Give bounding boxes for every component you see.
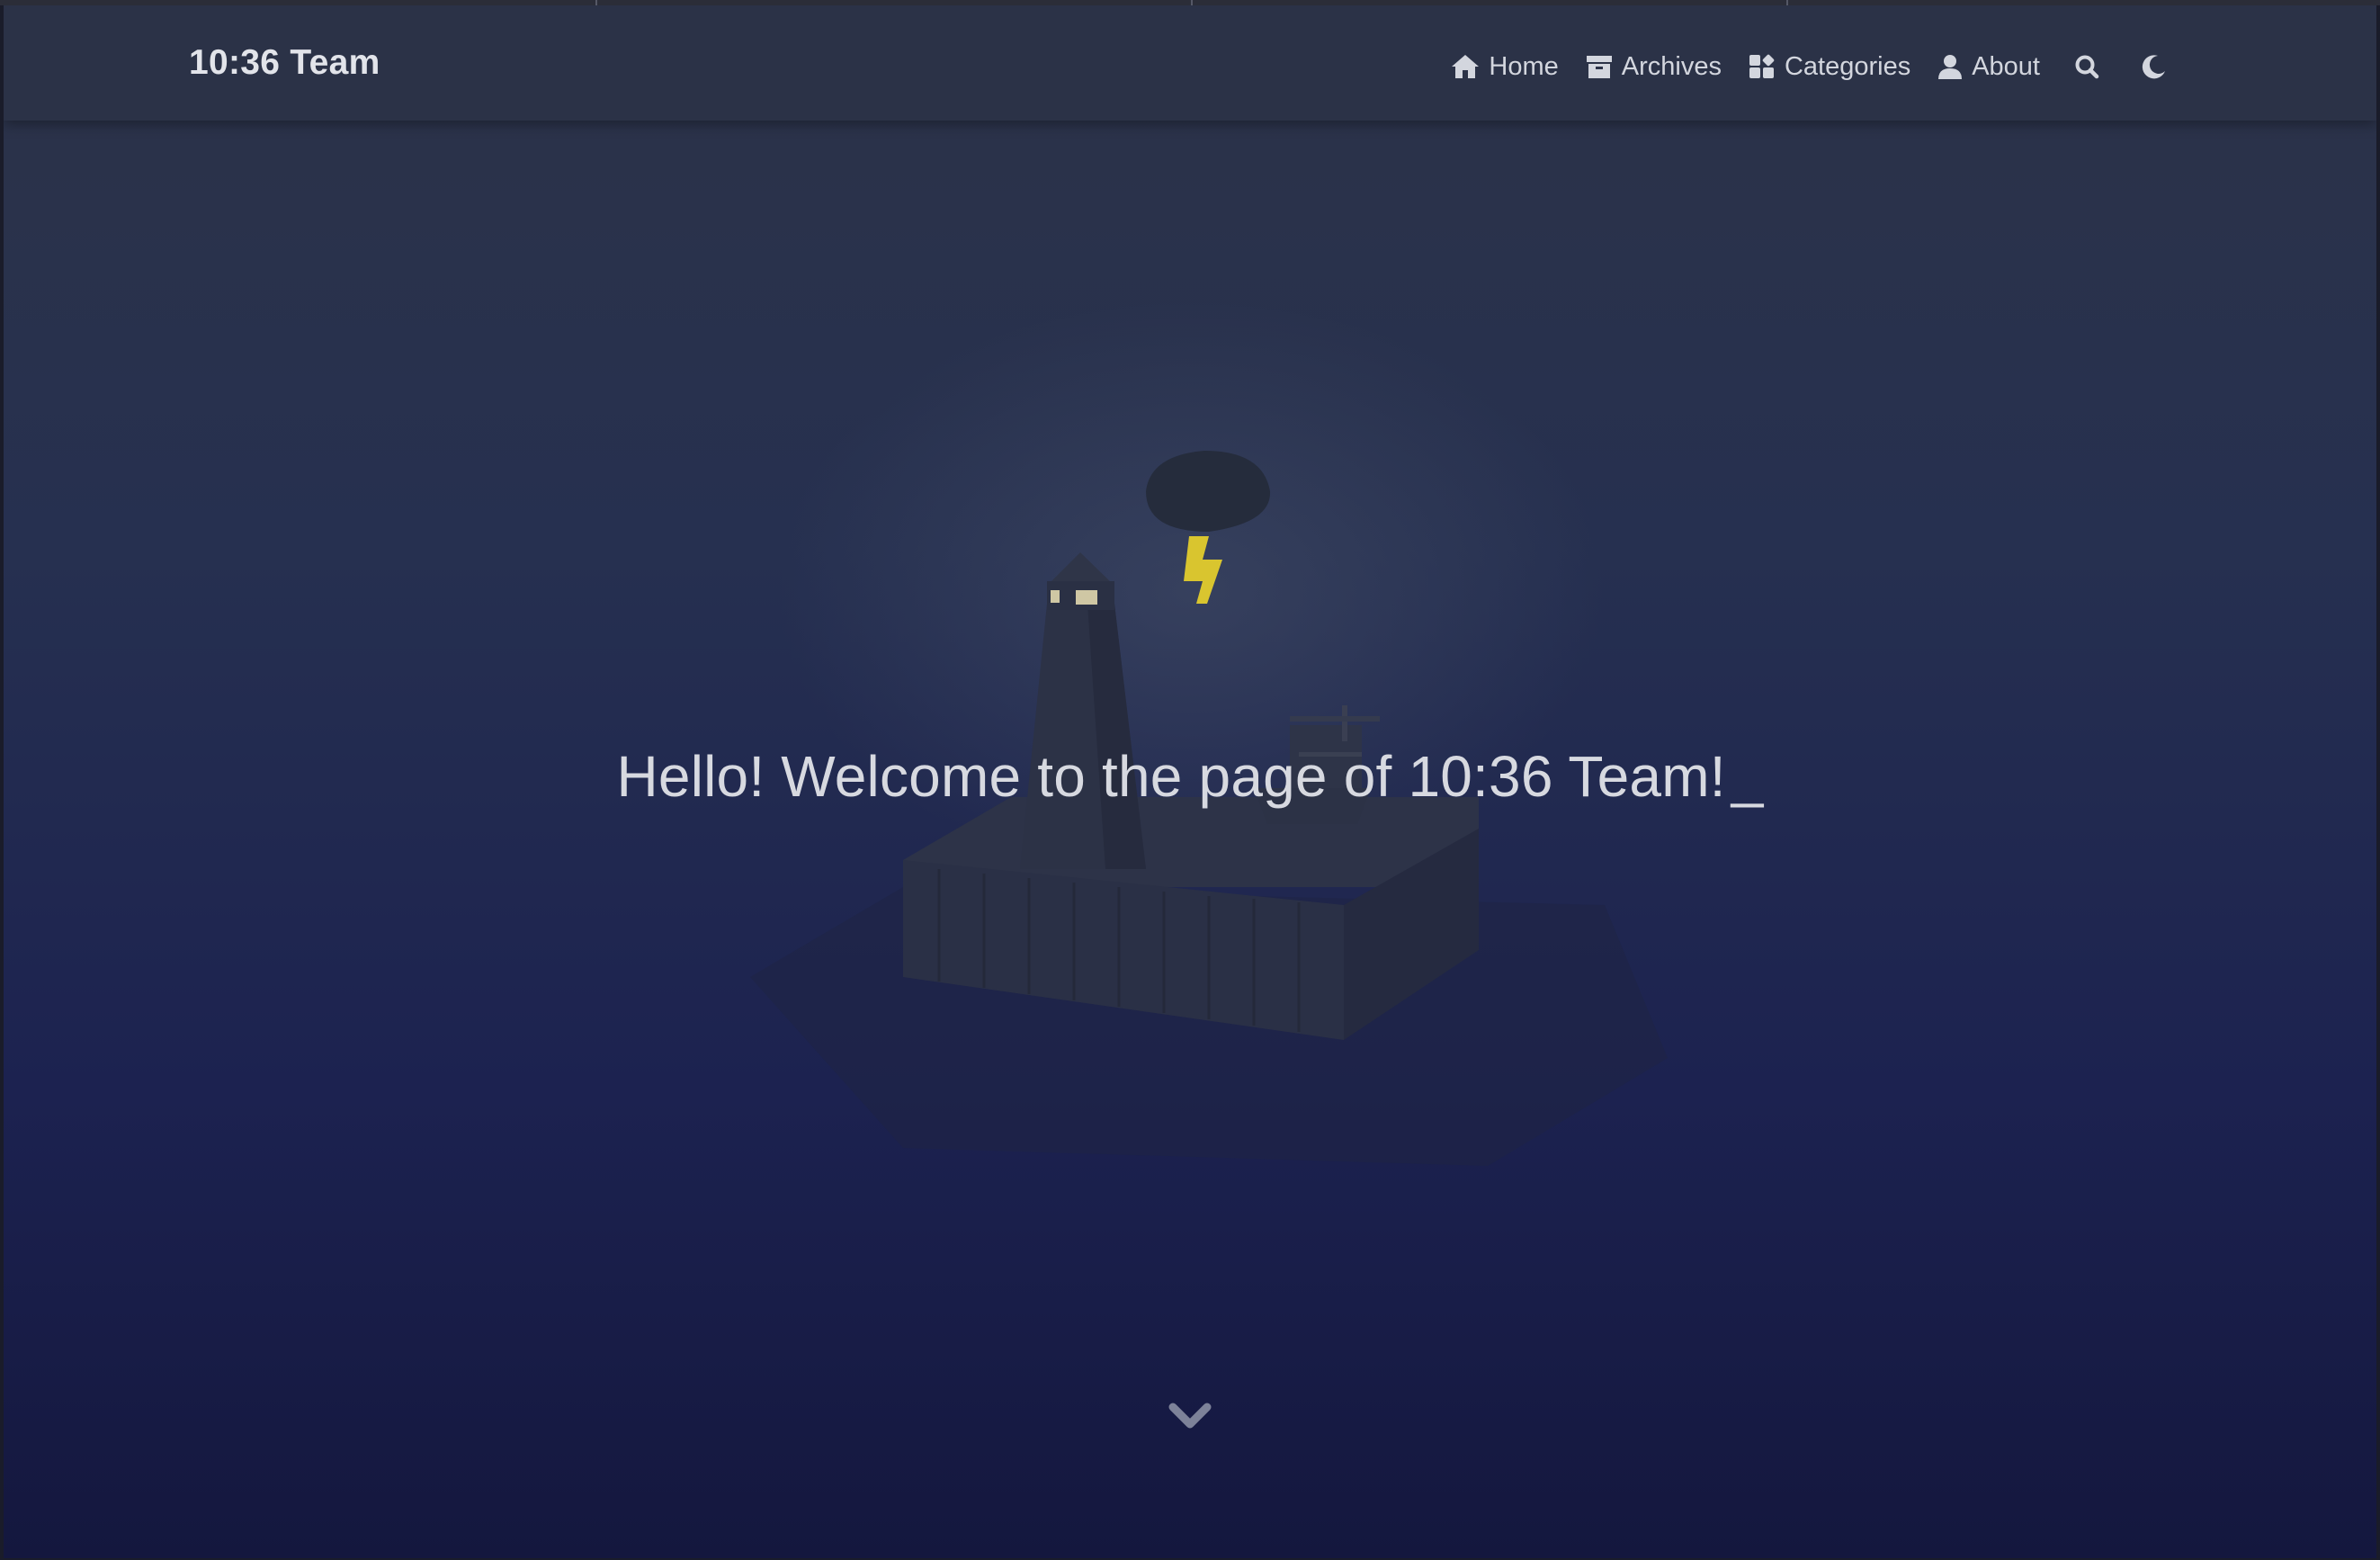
user-icon <box>1938 55 1963 79</box>
categories-icon <box>1749 54 1775 78</box>
nav-archives-link[interactable]: Archives <box>1586 52 1722 82</box>
main-nav: Home Archives Categories About <box>1451 45 2173 88</box>
search-icon <box>2075 55 2099 79</box>
nav-home-link[interactable]: Home <box>1451 51 1559 82</box>
browser-frame: 10:36 Team Home Archives Categories Abou… <box>0 0 2380 1560</box>
theme-toggle-button[interactable] <box>2134 47 2173 86</box>
nav-categories-link[interactable]: Categories <box>1749 52 1910 82</box>
moon-icon <box>2142 55 2165 79</box>
hero-headline: Hello! Welcome to the page of 10:36 Team… <box>4 743 2376 810</box>
hero-headline-text: Hello! Welcome to the page of 10:36 Team… <box>616 744 1726 809</box>
nav-about-label: About <box>1972 51 2040 81</box>
nav-home-label: Home <box>1489 51 1559 81</box>
top-navbar: 10:36 Team Home Archives Categories Abou… <box>4 5 2376 121</box>
home-icon <box>1452 55 1480 78</box>
chevron-down-icon <box>1168 1403 1212 1429</box>
nav-archives-label: Archives <box>1621 51 1722 81</box>
site-brand-link[interactable]: 10:36 Team <box>189 43 380 83</box>
typing-cursor: _ <box>1731 744 1764 809</box>
search-button[interactable] <box>2067 47 2107 86</box>
nav-categories-label: Categories <box>1784 51 1911 81</box>
archive-icon <box>1586 56 1612 78</box>
scroll-down-button[interactable] <box>1168 1398 1212 1434</box>
nav-about-link[interactable]: About <box>1937 52 2040 82</box>
hero-banner: 10:36 Team Home Archives Categories Abou… <box>4 5 2376 1558</box>
